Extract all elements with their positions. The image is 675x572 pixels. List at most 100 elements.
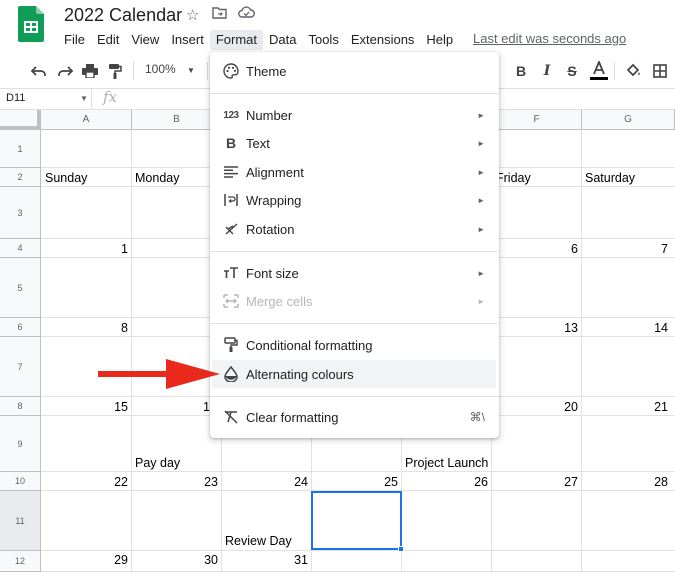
select-all-corner[interactable]: [0, 110, 41, 130]
menu-tools[interactable]: Tools: [302, 30, 344, 50]
fill-color-icon[interactable]: [622, 60, 644, 82]
row-header-2[interactable]: 2: [0, 168, 41, 187]
cell-e9[interactable]: Project Launch: [405, 456, 488, 470]
cell-a2[interactable]: Sunday: [45, 171, 87, 185]
submenu-arrow-icon: ►: [477, 195, 485, 205]
cell-a8[interactable]: 15: [42, 400, 128, 414]
row-header-12[interactable]: 12: [0, 551, 41, 572]
column-header-b[interactable]: B: [132, 110, 222, 130]
menu-item-clear-formatting[interactable]: Clear formatting ⌘\: [210, 403, 499, 431]
menu-item-wrapping[interactable]: Wrapping ►: [210, 186, 499, 214]
menu-data[interactable]: Data: [263, 30, 302, 50]
text-color-icon[interactable]: [588, 60, 610, 82]
cell-c12[interactable]: 31: [222, 553, 308, 567]
palette-icon: [222, 62, 240, 80]
cell-e10[interactable]: 26: [402, 475, 488, 489]
text-wrap-icon: [222, 191, 240, 209]
name-box[interactable]: D11: [0, 89, 92, 109]
cell-g8[interactable]: 21: [582, 400, 668, 414]
cell-a4[interactable]: 1: [42, 242, 128, 256]
menu-format[interactable]: Format: [209, 30, 263, 50]
submenu-arrow-icon: ►: [477, 138, 485, 148]
clear-formatting-icon: [222, 408, 240, 426]
cell-f4[interactable]: 6: [492, 242, 578, 256]
annotation-arrow-icon: [98, 358, 222, 390]
menu-item-merge-cells[interactable]: Merge cells ►: [210, 287, 499, 315]
sheets-logo-icon[interactable]: [18, 6, 44, 42]
selected-cell-d11[interactable]: [311, 491, 402, 550]
menu-item-rotation[interactable]: Rotation ►: [210, 215, 499, 243]
submenu-arrow-icon: ►: [477, 110, 485, 120]
row-header-7[interactable]: 7: [0, 337, 41, 397]
menu-item-font-size[interactable]: Font size ►: [210, 259, 499, 287]
italic-icon[interactable]: I: [536, 60, 558, 82]
cell-c11[interactable]: Review Day: [225, 534, 292, 548]
cell-b8[interactable]: 1: [203, 400, 210, 414]
bold-text-icon: B: [225, 135, 237, 151]
cell-b10[interactable]: 23: [132, 475, 218, 489]
move-folder-icon[interactable]: [212, 6, 227, 23]
cell-a10[interactable]: 22: [42, 475, 128, 489]
row-header-5[interactable]: 5: [0, 258, 41, 318]
menu-file[interactable]: File: [58, 30, 91, 50]
menu-help[interactable]: Help: [420, 30, 459, 50]
cell-c10[interactable]: 24: [222, 475, 308, 489]
borders-icon[interactable]: [649, 60, 671, 82]
cell-d10[interactable]: 25: [312, 475, 398, 489]
menu-edit[interactable]: Edit: [91, 30, 125, 50]
cell-g10[interactable]: 28: [582, 475, 668, 489]
undo-icon[interactable]: [28, 60, 50, 82]
cell-f6[interactable]: 13: [492, 321, 578, 335]
cell-f8[interactable]: 20: [492, 400, 578, 414]
row-header-4[interactable]: 4: [0, 239, 41, 258]
column-header-a[interactable]: A: [41, 110, 132, 130]
row-header-10[interactable]: 10: [0, 472, 41, 491]
print-icon[interactable]: [79, 60, 101, 82]
toolbar-divider: [133, 62, 134, 80]
menu-insert[interactable]: Insert: [165, 30, 210, 50]
cloud-saved-icon[interactable]: [238, 6, 255, 23]
menu-view[interactable]: View: [125, 30, 165, 50]
menu-item-number[interactable]: 123 Number ►: [210, 101, 499, 129]
row-header-9[interactable]: 9: [0, 416, 41, 472]
cell-b12[interactable]: 30: [132, 553, 218, 567]
paint-format-icon[interactable]: [104, 60, 126, 82]
header: 2022 Calendar ☆ File Edit View Insert Fo…: [0, 0, 675, 56]
row-header-1[interactable]: 1: [0, 130, 41, 168]
zoom-select[interactable]: 100% ▼: [145, 62, 195, 76]
menu-item-theme[interactable]: Theme: [210, 57, 499, 85]
document-title[interactable]: 2022 Calendar: [64, 5, 182, 26]
strikethrough-icon[interactable]: S: [561, 60, 583, 82]
menu-extensions[interactable]: Extensions: [345, 30, 421, 50]
menu-item-text[interactable]: B Text ►: [210, 129, 499, 157]
bold-icon[interactable]: B: [510, 60, 532, 82]
menu-item-label: Conditional formatting: [246, 337, 373, 353]
last-edit-link[interactable]: Last edit was seconds ago: [473, 31, 626, 46]
cell-f10[interactable]: 27: [492, 475, 578, 489]
row-header-8[interactable]: 8: [0, 397, 41, 416]
cell-b2[interactable]: Monday: [135, 171, 179, 185]
row-header-11[interactable]: 11: [0, 491, 41, 551]
cell-g2[interactable]: Saturday: [585, 171, 635, 185]
column-header-g[interactable]: G: [582, 110, 675, 130]
cell-b9[interactable]: Pay day: [135, 456, 180, 470]
row-header-3[interactable]: 3: [0, 187, 41, 239]
menubar: File Edit View Insert Format Data Tools …: [58, 30, 459, 50]
fill-handle[interactable]: [398, 546, 404, 552]
row-header-6[interactable]: 6: [0, 318, 41, 337]
menu-item-alignment[interactable]: Alignment ►: [210, 158, 499, 186]
redo-icon[interactable]: [54, 60, 76, 82]
menu-divider: [210, 251, 499, 252]
cell-f2[interactable]: Friday: [496, 171, 531, 185]
cell-a6[interactable]: 8: [42, 321, 128, 335]
format-menu: Theme 123 Number ► B Text ► Alignment ► …: [210, 52, 499, 438]
chevron-down-icon[interactable]: ▼: [80, 94, 88, 103]
cell-g4[interactable]: 7: [582, 242, 668, 256]
cell-a12[interactable]: 29: [42, 553, 128, 567]
star-icon[interactable]: ☆: [186, 6, 199, 24]
align-left-icon: [222, 163, 240, 181]
column-header-f[interactable]: F: [492, 110, 582, 130]
cell-g6[interactable]: 14: [582, 321, 668, 335]
menu-item-conditional-formatting[interactable]: Conditional formatting: [210, 331, 499, 359]
menu-item-alternating-colours[interactable]: Alternating colours: [212, 360, 496, 388]
